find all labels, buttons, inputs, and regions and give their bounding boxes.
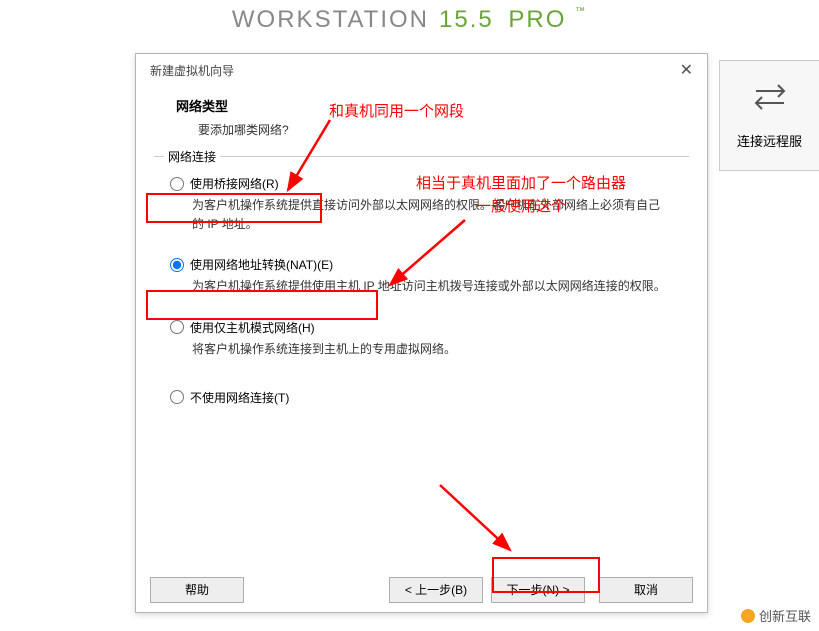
radio-hostonly-desc: 将客户机操作系统连接到主机上的专用虚拟网络。 <box>170 340 670 359</box>
watermark: 创新互联 <box>741 606 811 625</box>
swap-icon <box>725 81 814 116</box>
help-button[interactable]: 帮助 <box>150 577 244 603</box>
option-hostonly: 使用仅主机模式网络(H) 将客户机操作系统连接到主机上的专用虚拟网络。 <box>164 319 679 359</box>
radio-bridged[interactable]: 使用桥接网络(R) <box>170 175 679 192</box>
brand-name: WORKSTATION <box>232 6 429 34</box>
fieldset-label: 网络连接 <box>164 148 220 165</box>
cancel-button[interactable]: 取消 <box>599 577 693 603</box>
brand-tm: ™ <box>575 6 587 17</box>
option-bridged: 使用桥接网络(R) 为客户机操作系统提供直接访问外部以太网网络的权限。客户机在外… <box>164 175 679 234</box>
radio-nat[interactable]: 使用网络地址转换(NAT)(E) <box>170 256 679 273</box>
watermark-text: 创新互联 <box>759 606 811 625</box>
radio-hostonly[interactable]: 使用仅主机模式网络(H) <box>170 319 679 336</box>
radio-bridged-input[interactable] <box>170 177 184 191</box>
page-heading: 网络类型 <box>176 96 707 115</box>
wizard-dialog: 新建虚拟机向导 ✕ 网络类型 要添加哪类网络? 网络连接 使用桥接网络(R) 为… <box>135 53 708 613</box>
next-button[interactable]: 下一步(N) > <box>491 577 585 603</box>
radio-none-label: 不使用网络连接(T) <box>190 389 289 406</box>
page-subheading: 要添加哪类网络? <box>176 121 707 138</box>
radio-nat-desc: 为客户机操作系统提供使用主机 IP 地址访问主机拨号连接或外部以太网网络连接的权… <box>170 277 670 296</box>
radio-hostonly-input[interactable] <box>170 320 184 334</box>
watermark-icon <box>741 609 755 623</box>
radio-nat-label: 使用网络地址转换(NAT)(E) <box>190 256 333 273</box>
button-bar: 帮助 < 上一步(B) 下一步(N) > 取消 <box>136 566 707 612</box>
titlebar: 新建虚拟机向导 ✕ <box>136 54 707 86</box>
right-panel[interactable]: 连接远程服 <box>719 60 819 171</box>
radio-none-input[interactable] <box>170 390 184 404</box>
close-icon[interactable]: ✕ <box>676 60 697 80</box>
option-none: 不使用网络连接(T) <box>164 389 679 406</box>
radio-bridged-desc: 为客户机操作系统提供直接访问外部以太网网络的权限。客户机在外部网络上必须有自己的… <box>170 196 670 234</box>
heading-area: 网络类型 要添加哪类网络? <box>136 86 707 156</box>
back-button[interactable]: < 上一步(B) <box>389 577 483 603</box>
dialog-title: 新建虚拟机向导 <box>150 62 234 79</box>
option-nat: 使用网络地址转换(NAT)(E) 为客户机操作系统提供使用主机 IP 地址访问主… <box>164 256 679 296</box>
radio-bridged-label: 使用桥接网络(R) <box>190 175 279 192</box>
radio-none[interactable]: 不使用网络连接(T) <box>170 389 679 406</box>
network-fieldset: 网络连接 使用桥接网络(R) 为客户机操作系统提供直接访问外部以太网网络的权限。… <box>154 156 689 438</box>
brand-version: 15.5 <box>439 6 494 33</box>
right-panel-label: 连接远程服 <box>725 131 814 150</box>
brand-edition: PRO <box>508 6 566 33</box>
radio-nat-input[interactable] <box>170 258 184 272</box>
radio-hostonly-label: 使用仅主机模式网络(H) <box>190 319 315 336</box>
brand-header: WORKSTATION 15.5 PRO ™ <box>0 0 819 40</box>
